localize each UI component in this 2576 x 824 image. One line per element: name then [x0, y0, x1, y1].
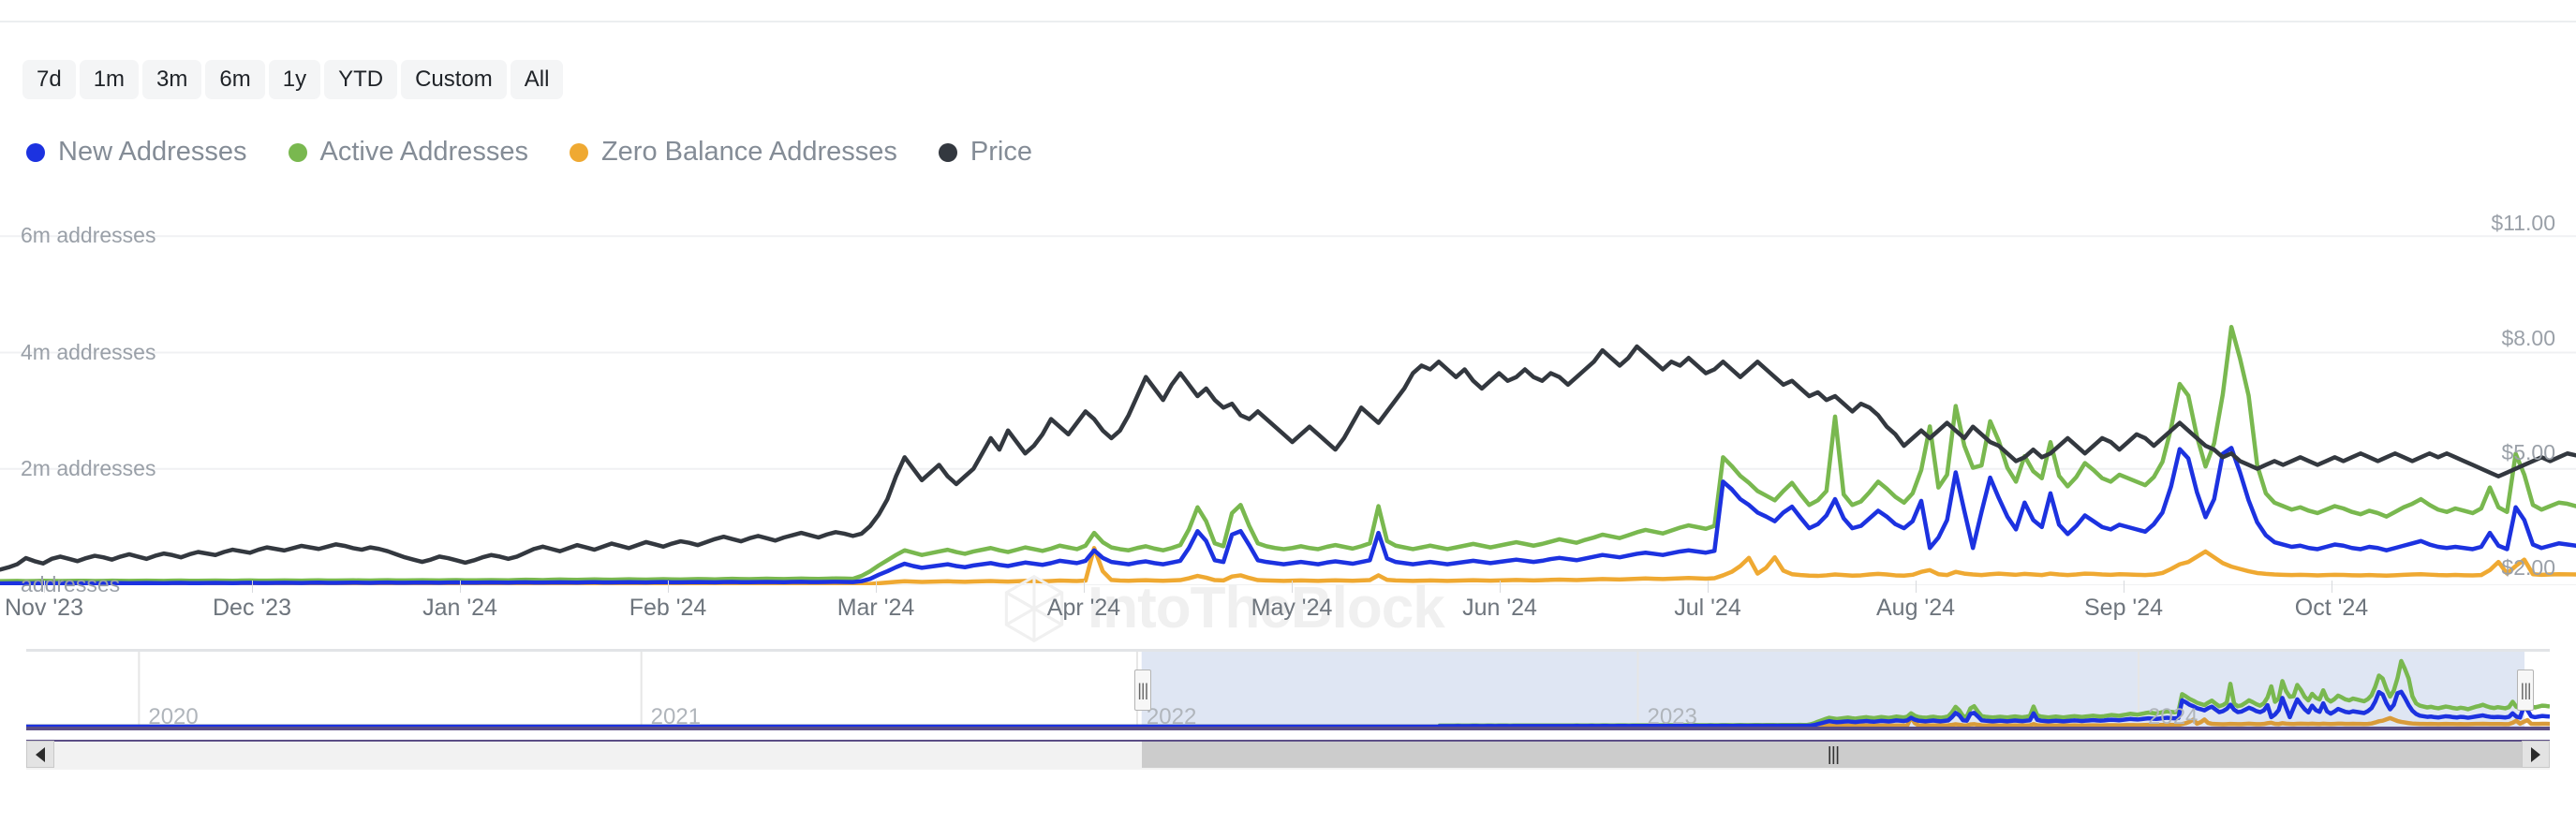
legend-marker-icon	[289, 143, 307, 162]
range-button-1y[interactable]: 1y	[269, 60, 320, 99]
y-axis-left-tick: 4m addresses	[21, 342, 155, 363]
legend-marker-icon	[26, 143, 45, 162]
range-button-6m[interactable]: 6m	[205, 60, 264, 99]
range-button-7d[interactable]: 7d	[22, 60, 76, 99]
range-button-1m[interactable]: 1m	[80, 60, 139, 99]
y-axis-left-tick: 2m addresses	[21, 458, 155, 479]
navigator-year-label: 2024	[2148, 706, 2198, 728]
y-axis-right-tick: $11.00	[2491, 213, 2555, 234]
chart-navigator[interactable]: 2020 2021 2022 2023 2024 ||| |||	[26, 649, 2550, 736]
legend-marker-icon	[570, 143, 588, 162]
x-axis-tick-mark	[668, 581, 669, 593]
scroll-left-icon	[36, 747, 45, 762]
navigator-year-label: 2023	[1647, 706, 1696, 728]
range-button-3m[interactable]: 3m	[142, 60, 201, 99]
range-button-custom[interactable]: Custom	[401, 60, 507, 99]
x-axis-tick-label: Apr '24	[1047, 596, 1120, 620]
x-axis-tick-label: Nov '23	[5, 596, 83, 620]
top-divider	[0, 21, 2576, 22]
legend-item-price[interactable]: Price	[939, 139, 1032, 166]
scroll-right-button[interactable]	[2522, 741, 2550, 768]
chart-plot-svg	[0, 201, 2576, 585]
nav-handle-left-grip: |||	[1137, 682, 1147, 699]
navigator-year-label: 2020	[148, 706, 198, 728]
legend-label: Price	[970, 139, 1032, 166]
legend-item-active-addresses[interactable]: Active Addresses	[289, 139, 528, 166]
nav-resize-handle-left[interactable]: |||	[1134, 670, 1151, 711]
legend-label: Active Addresses	[320, 139, 528, 166]
chart-scrollbar[interactable]: |||	[26, 740, 2550, 768]
range-button-ytd[interactable]: YTD	[324, 60, 397, 99]
legend-label: Zero Balance Addresses	[601, 139, 897, 166]
x-axis-tick-mark	[44, 581, 45, 593]
x-axis-tick-mark	[1916, 581, 1917, 593]
x-axis-tick-label: Aug '24	[1876, 596, 1955, 620]
y-axis-right-tick: $8.00	[2501, 328, 2555, 349]
x-axis-tick-mark	[460, 581, 461, 593]
legend-label: New Addresses	[58, 139, 247, 166]
navigator-year-label: 2022	[1147, 706, 1196, 728]
x-axis-tick-mark	[876, 581, 877, 593]
range-selector: 7d1m3m6m1yYTDCustomAll	[22, 60, 563, 99]
legend-marker-icon	[939, 143, 957, 162]
x-axis-tick-mark	[1500, 581, 1501, 593]
navigator-year-label: 2021	[651, 706, 701, 728]
x-axis-tick-label: Jan '24	[422, 596, 497, 620]
x-axis-tick-mark	[252, 581, 253, 593]
x-axis-tick-label: May '24	[1251, 596, 1333, 620]
x-axis-tick-label: Feb '24	[629, 596, 707, 620]
x-axis-tick-mark	[1708, 581, 1709, 593]
x-axis-tick-label: Jun '24	[1462, 596, 1537, 620]
x-axis-tick-label: Dec '23	[213, 596, 291, 620]
y-axis-right-tick: $2.00	[2501, 557, 2555, 579]
x-axis-tick-mark	[1292, 581, 1293, 593]
chart-widget: 7d1m3m6m1yYTDCustomAll New Addresses Acti…	[0, 0, 2576, 824]
series-line-active-addresses	[0, 327, 2576, 581]
scroll-left-button[interactable]	[26, 741, 54, 768]
x-axis: Nov '23 Dec '23 Jan '24 Feb '24 Mar '24 Apr '…	[0, 581, 2576, 627]
main-chart[interactable]: addresses2m addresses4m addresses6m addr…	[0, 201, 2576, 585]
x-axis-tick-label: Mar '24	[837, 596, 915, 620]
legend-item-zero-balance-addresses[interactable]: Zero Balance Addresses	[570, 139, 897, 166]
y-axis-right-tick: $5.00	[2501, 442, 2555, 464]
x-axis-tick-mark	[1084, 581, 1085, 593]
scrollbar-thumb-grip: |||	[1828, 745, 1840, 764]
y-axis-left-tick: 6m addresses	[21, 225, 155, 246]
nav-resize-handle-right[interactable]: |||	[2517, 670, 2534, 711]
x-axis-tick-label: Jul '24	[1674, 596, 1740, 620]
chart-legend: New Addresses Active Addresses Zero Balanc…	[26, 139, 1032, 166]
legend-item-new-addresses[interactable]: New Addresses	[26, 139, 247, 166]
x-axis-tick-label: Sep '24	[2084, 596, 2163, 620]
x-axis-tick-label: Oct '24	[2295, 596, 2368, 620]
scroll-right-icon	[2531, 747, 2540, 762]
range-button-all[interactable]: All	[511, 60, 564, 99]
scrollbar-thumb[interactable]: |||	[1142, 742, 2524, 768]
nav-handle-right-grip: |||	[2521, 682, 2531, 699]
